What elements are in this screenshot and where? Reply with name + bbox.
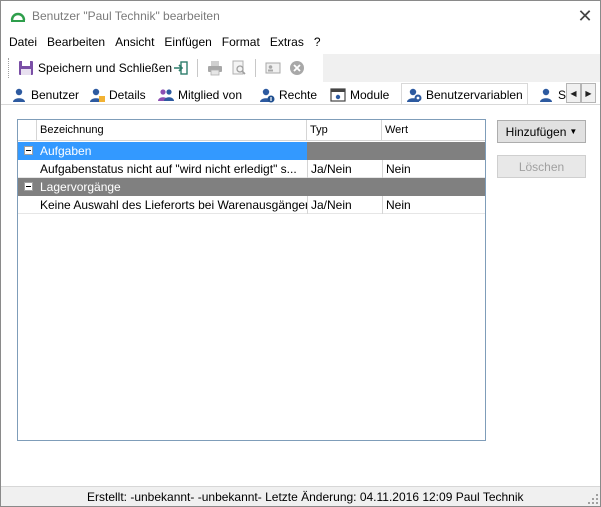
expander-column-header (18, 120, 37, 140)
exit-button[interactable] (171, 58, 191, 78)
status-text: Erstellt: -unbekannt- -unbekannt- Letzte… (87, 490, 524, 504)
cell-typ: Ja/Nein (311, 162, 352, 176)
group-label: Aufgaben (37, 142, 307, 160)
menu-datei[interactable]: Datei (5, 35, 43, 49)
chevron-right-icon: ▶ (585, 88, 592, 98)
tab-content-panel: Bezeichnung Typ Wert Aufgaben Aufgabenst… (1, 105, 600, 486)
tab-module[interactable]: Module (326, 84, 393, 104)
menu-format[interactable]: Format (218, 35, 266, 49)
cell-bezeichnung: Aufgabenstatus nicht auf "wird nicht erl… (40, 162, 297, 176)
print-icon (208, 61, 222, 76)
tab-label: Mitglied von (178, 87, 243, 102)
title-bar: Benutzer "Paul Technik" bearbeiten ✕ (1, 1, 600, 32)
toolbar-grip[interactable] (8, 58, 11, 78)
table-row[interactable]: Keine Auswahl des Lieferorts bei Warenau… (18, 196, 485, 214)
menu-ansicht[interactable]: Ansicht (111, 35, 160, 49)
tab-label: Rechte (279, 87, 318, 102)
tab-scroll-right-button[interactable]: ▶ (581, 83, 596, 103)
menu-bar: Datei Bearbeiten Ansicht Einfügen Format… (1, 32, 600, 52)
toolbar: Speichern und Schließen (1, 54, 600, 82)
contact-card-button[interactable] (263, 58, 283, 78)
tab-label: Benutzer (31, 87, 80, 102)
cell-typ: Ja/Nein (311, 198, 352, 212)
chevron-left-icon: ◀ (570, 88, 577, 98)
save-and-close-label: Speichern und Schließen (38, 61, 173, 75)
group-icon (158, 88, 174, 101)
tab-label: Module (350, 87, 390, 102)
user-icon (13, 88, 25, 102)
tab-label: Benutzervariablen (426, 88, 523, 102)
cancel-button[interactable] (287, 58, 307, 78)
close-button[interactable]: ✕ (569, 1, 601, 31)
status-bar: Erstellt: -unbekannt- -unbekannt- Letzte… (1, 486, 600, 506)
menu-help[interactable]: ? (310, 35, 327, 49)
cancel-icon (290, 61, 304, 75)
close-icon: ✕ (577, 5, 593, 26)
group-row-aufgaben[interactable]: Aufgaben (18, 142, 485, 160)
variables-grid[interactable]: Bezeichnung Typ Wert Aufgaben Aufgabenst… (17, 119, 486, 441)
tab-strip: Benutzer Details Mitglied von Rechte Mod… (1, 83, 600, 105)
delete-button[interactable]: Löschen (497, 155, 586, 178)
table-row[interactable]: Aufgabenstatus nicht auf "wird nicht erl… (18, 160, 485, 178)
cell-wert[interactable]: Nein (383, 196, 485, 214)
group-row-filler (307, 142, 485, 160)
add-button[interactable]: Hinzufügen ▼ (497, 120, 586, 143)
exit-icon (174, 61, 188, 75)
contact-card-icon (265, 62, 281, 74)
user-variables-icon (407, 88, 422, 102)
tab-rechte[interactable]: Rechte (255, 84, 321, 104)
group-row-lagervorgaenge[interactable]: Lagervorgänge (18, 178, 485, 196)
grid-header: Bezeichnung Typ Wert (18, 120, 485, 141)
toolbar-separator (197, 59, 198, 77)
menu-extras[interactable]: Extras (266, 35, 310, 49)
cell-wert[interactable]: Nein (383, 160, 485, 178)
collapse-toggle[interactable] (24, 146, 33, 155)
user-details-icon (90, 88, 105, 102)
save-icon (19, 61, 33, 75)
cell-bezeichnung: Keine Auswahl des Lieferorts bei Warenau… (40, 198, 307, 212)
toolbar-separator (255, 59, 256, 77)
tab-label: Details (109, 87, 146, 102)
user-rights-icon (260, 88, 275, 102)
group-label: Lagervorgänge (40, 180, 121, 194)
tab-benutzer[interactable]: Benutzer (7, 84, 83, 104)
resize-grip-icon[interactable] (588, 494, 598, 504)
column-header-bezeichnung[interactable]: Bezeichnung (37, 120, 307, 140)
column-header-typ[interactable]: Typ (307, 120, 382, 140)
tab-mitglied-von[interactable]: Mitglied von (154, 84, 246, 104)
add-button-label: Hinzufügen (505, 124, 567, 139)
print-preview-icon (232, 60, 246, 75)
window-title: Benutzer "Paul Technik" bearbeiten (32, 9, 220, 23)
toolbar-empty-area (323, 54, 600, 82)
tab-details[interactable]: Details (85, 84, 150, 104)
dropdown-arrow-icon: ▼ (569, 127, 578, 136)
print-button[interactable] (205, 58, 225, 78)
delete-button-label: Löschen (518, 159, 565, 174)
menu-einfuegen[interactable]: Einfügen (160, 35, 217, 49)
column-header-wert[interactable]: Wert (382, 120, 485, 140)
print-preview-button[interactable] (229, 58, 249, 78)
save-and-close-button[interactable]: Speichern und Schließen (16, 57, 174, 79)
module-icon (330, 87, 346, 102)
app-logo-icon (10, 12, 26, 22)
tab-benutzervariablen[interactable]: Benutzervariablen (401, 83, 528, 104)
main-window: Benutzer "Paul Technik" bearbeiten ✕ Dat… (0, 0, 601, 507)
user-icon (540, 88, 552, 102)
menu-bearbeiten[interactable]: Bearbeiten (43, 35, 111, 49)
tab-scroll-left-button[interactable]: ◀ (566, 83, 581, 103)
collapse-toggle[interactable] (24, 182, 33, 191)
